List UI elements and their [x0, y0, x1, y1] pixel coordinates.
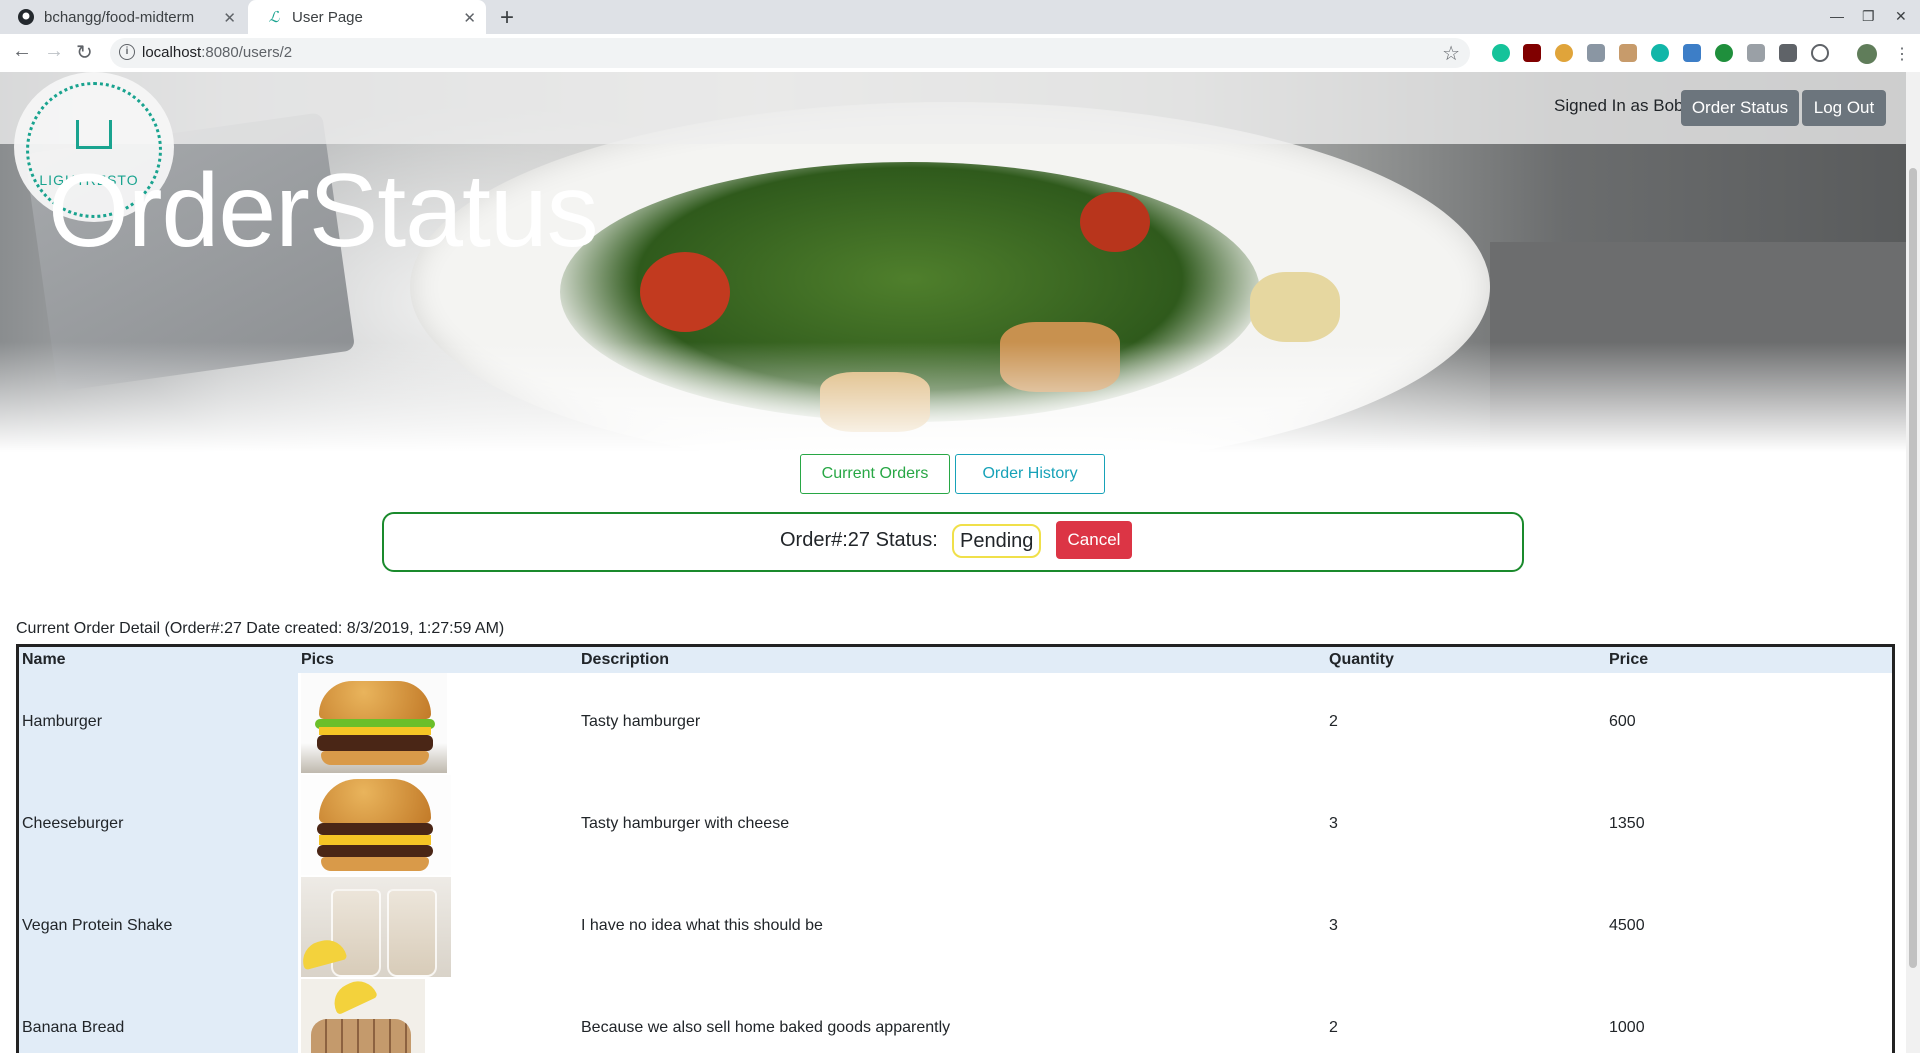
logo-cup-icon	[76, 120, 112, 149]
lightresto-icon: ℒ	[268, 8, 280, 26]
extension-icon[interactable]	[1811, 44, 1829, 62]
protein-shake-image	[301, 877, 451, 977]
order-detail-table: Name Pics Description Quantity Price Ham…	[16, 644, 1895, 1053]
column-header-price: Price	[1609, 651, 1649, 668]
page-title: OrderStatus	[48, 153, 599, 269]
bookmark-star-icon[interactable]: ☆	[1442, 41, 1460, 66]
item-description: I have no idea what this should be	[581, 917, 823, 934]
item-description: Tasty hamburger	[581, 713, 701, 730]
new-tab-icon[interactable]: +	[500, 4, 514, 32]
page-scrollbar[interactable]	[1906, 72, 1920, 1053]
extension-icon[interactable]	[1779, 44, 1797, 62]
logout-button[interactable]: Log Out	[1802, 90, 1886, 126]
browser-tab-title: bchangg/food-midterm	[44, 8, 195, 26]
hamburger-image	[301, 673, 447, 773]
extension-icon[interactable]	[1747, 44, 1765, 62]
cancel-order-button[interactable]: Cancel	[1056, 521, 1132, 559]
browser-tab-title: User Page	[292, 8, 363, 26]
minimize-icon[interactable]: —	[1830, 8, 1844, 24]
item-quantity: 2	[1329, 713, 1338, 730]
menu-kebab-icon[interactable]: ⋮	[1893, 44, 1911, 63]
order-status-button[interactable]: Order Status	[1681, 90, 1799, 126]
extension-icon[interactable]	[1555, 44, 1573, 62]
avatar[interactable]	[1857, 44, 1877, 64]
hero-fade	[0, 342, 1906, 452]
item-name: Vegan Protein Shake	[22, 917, 173, 934]
tomato-image	[1080, 192, 1150, 252]
tab-current-orders[interactable]: Current Orders	[800, 454, 950, 494]
browser-tab-user-page[interactable]: ℒ User Page ✕	[248, 0, 486, 34]
page-viewport: LIGHTRESTO OrderStatus Signed In as Bob …	[0, 72, 1906, 1053]
restore-icon[interactable]: ❐	[1862, 8, 1875, 25]
item-quantity: 2	[1329, 1019, 1338, 1036]
item-price: 1350	[1609, 815, 1645, 832]
close-tab-icon[interactable]: ✕	[463, 9, 476, 27]
browser-tab-bar: bchangg/food-midterm ✕ ℒ User Page ✕ + —…	[0, 0, 1920, 34]
item-price: 600	[1609, 713, 1636, 730]
item-name: Cheeseburger	[22, 815, 124, 832]
column-header-name: Name	[22, 651, 66, 668]
extension-icon[interactable]	[1683, 44, 1701, 62]
column-header-description: Description	[581, 651, 670, 668]
table-header: Name Pics Description Quantity Price	[19, 647, 1892, 673]
grammarly-extension-icon[interactable]	[1492, 44, 1510, 62]
code-extension-icon[interactable]	[1587, 44, 1605, 62]
signed-in-text: Signed In as Bob	[1554, 96, 1684, 115]
extension-icon[interactable]	[1619, 44, 1637, 62]
item-name: Banana Bread	[22, 1019, 125, 1036]
banana-bread-image	[301, 979, 425, 1053]
item-quantity: 3	[1329, 917, 1338, 934]
url-text: localhost:8080/users/2	[142, 44, 293, 61]
scrollbar-thumb[interactable]	[1909, 168, 1917, 968]
browser-tab-github[interactable]: bchangg/food-midterm ✕	[0, 0, 246, 34]
reload-icon[interactable]: ↻	[76, 40, 93, 65]
tomato-image	[640, 252, 730, 332]
item-description: Because we also sell home baked goods ap…	[581, 1019, 951, 1036]
close-tab-icon[interactable]: ✕	[223, 9, 236, 27]
extension-icon[interactable]	[1715, 44, 1733, 62]
extension-icon[interactable]	[1651, 44, 1669, 62]
forward-icon[interactable]: →	[44, 40, 64, 63]
item-description: Tasty hamburger with cheese	[581, 815, 790, 832]
chicken-image	[1250, 272, 1340, 342]
status-badge: Pending	[952, 524, 1042, 558]
table-row: Vegan Protein Shake I have no idea what …	[19, 877, 1892, 979]
address-bar[interactable]: i localhost:8080/users/2 ☆	[110, 38, 1470, 68]
close-window-icon[interactable]: ✕	[1895, 8, 1907, 25]
order-detail-caption: Current Order Detail (Order#:27 Date cre…	[16, 620, 505, 637]
table-row: Hamburger Tasty hamburger 2 600	[19, 673, 1892, 775]
item-price: 1000	[1609, 1019, 1645, 1036]
column-header-pics: Pics	[301, 651, 334, 668]
order-status-panel: Order#:27 Status: Pending Cancel	[382, 512, 1524, 572]
item-price: 4500	[1609, 917, 1645, 934]
info-icon[interactable]: i	[119, 44, 135, 60]
back-icon[interactable]: ←	[12, 40, 32, 63]
table-row: Banana Bread Because we also sell home b…	[19, 979, 1892, 1053]
ublock-extension-icon[interactable]	[1523, 44, 1541, 62]
column-header-quantity: Quantity	[1329, 651, 1394, 668]
tab-order-history[interactable]: Order History	[955, 454, 1105, 494]
order-status-label: Order#:27 Status:	[780, 529, 938, 551]
item-name: Hamburger	[22, 713, 103, 730]
github-icon	[18, 9, 34, 25]
hero-banner: LIGHTRESTO OrderStatus Signed In as Bob …	[0, 72, 1906, 452]
table-row: Cheeseburger Tasty hamburger with cheese…	[19, 775, 1892, 877]
item-quantity: 3	[1329, 815, 1338, 832]
cheeseburger-image	[301, 775, 451, 875]
